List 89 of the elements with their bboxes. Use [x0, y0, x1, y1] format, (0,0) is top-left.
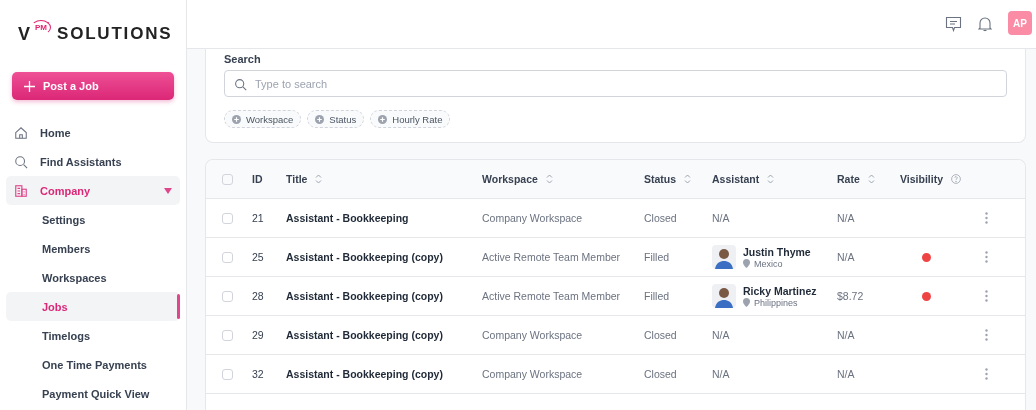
assistant-name: Ricky Martinez	[743, 284, 817, 297]
column-header[interactable]: Rate	[837, 173, 875, 185]
search-field[interactable]: Type to search	[224, 70, 1007, 97]
select-all-checkbox[interactable]	[222, 173, 233, 185]
help-icon[interactable]	[951, 174, 961, 184]
more-options-icon[interactable]	[985, 329, 988, 341]
filter-chip[interactable]: Workspace	[224, 110, 302, 128]
table-cell-text: Closed	[644, 368, 678, 380]
nav-subitem[interactable]: Members	[6, 234, 180, 263]
table-cell-text: N/A	[712, 212, 731, 224]
table-cell-text: 25	[252, 251, 265, 263]
table-cell-text: Assistant - Bookkeeping (copy)	[286, 329, 444, 341]
table-cell-text: 21	[252, 212, 265, 224]
search-icon	[234, 78, 247, 91]
filter-chip[interactable]: Hourly Rate	[370, 110, 451, 128]
table-cell-text: N/A	[837, 368, 856, 380]
nav-subitem[interactable]: Timelogs	[6, 321, 180, 350]
more-options-icon[interactable]	[985, 290, 988, 302]
nav-item[interactable]: Home	[6, 118, 180, 147]
more-options-icon[interactable]	[985, 251, 988, 263]
logo-wordmark: SOLUTIONS	[57, 24, 173, 44]
building-icon	[14, 183, 28, 198]
table-cell-text: Closed	[644, 212, 678, 224]
table-cell-text: $8.72	[837, 290, 865, 302]
row-checkbox[interactable]	[222, 212, 233, 224]
plus-circle-icon	[232, 114, 241, 124]
plus-circle-icon	[315, 114, 325, 124]
nav-item[interactable]: Company	[6, 176, 180, 205]
table-cell-text: N/A	[837, 329, 856, 341]
post-job-button[interactable]: Post a Job	[12, 72, 174, 100]
pin-icon	[743, 298, 750, 307]
table-cell-text: Company Workspace	[482, 329, 584, 341]
column-header[interactable]: Title	[286, 173, 323, 185]
table-cell-text: Assistant - Bookkeeping	[286, 212, 410, 224]
avatar-icon	[712, 284, 736, 308]
search-label: Search	[224, 53, 262, 65]
table-cell-text: Assistant - Bookkeeping (copy)	[286, 290, 444, 302]
nav-subitem[interactable]: Workspaces	[6, 263, 180, 292]
table-cell-text: N/A	[837, 212, 856, 224]
row-checkbox[interactable]	[222, 290, 233, 302]
chat-icon[interactable]	[945, 16, 962, 32]
table-cell-text: Assistant - Bookkeeping (copy)	[286, 251, 444, 263]
plus-circle-icon	[378, 114, 388, 124]
sort-icon[interactable]	[545, 174, 553, 184]
row-checkbox[interactable]	[222, 251, 233, 263]
column-header[interactable]: Assistant	[712, 173, 775, 185]
more-options-icon[interactable]	[985, 212, 988, 224]
bell-icon[interactable]	[978, 16, 992, 32]
table-cell-text: N/A	[837, 251, 856, 263]
nav-item[interactable]: Find Assistants	[6, 147, 180, 176]
assistant-location: Philippines	[743, 297, 817, 308]
column-header: ID	[252, 173, 263, 185]
avatar-icon	[712, 245, 736, 269]
filter-chip[interactable]: Status	[307, 110, 365, 128]
more-options-icon[interactable]	[985, 368, 988, 380]
table-cell-text: N/A	[712, 329, 731, 341]
column-header: Visibility	[900, 173, 961, 185]
table-cell-text: Company Workspace	[482, 368, 584, 380]
pin-icon	[743, 259, 750, 268]
column-header[interactable]: Workspace	[482, 173, 553, 185]
table-cell-text: Company Workspace	[482, 212, 584, 224]
table-cell-text: 28	[252, 290, 265, 302]
column-header[interactable]: Status	[644, 173, 692, 185]
sort-icon[interactable]	[867, 174, 875, 184]
logo-mark: PM	[31, 20, 51, 35]
nav-subitem[interactable]: One Time Payments	[6, 350, 180, 379]
assistant-location: Mexico	[743, 258, 811, 269]
table-cell-text: N/A	[712, 368, 731, 380]
logo-letter: V	[18, 24, 31, 45]
nav-subitem[interactable]: Payment Quick View	[6, 379, 180, 408]
sort-icon[interactable]	[684, 174, 692, 184]
table-cell-text: Closed	[644, 329, 678, 341]
assistant-name: Justin Thyme	[743, 245, 811, 258]
sort-icon[interactable]	[315, 174, 323, 184]
table-cell-text: Active Remote Team Member	[482, 251, 622, 263]
table-cell-text: 29	[252, 329, 265, 341]
nav-subitem[interactable]: Settings	[6, 205, 180, 234]
home-icon	[14, 125, 28, 140]
table-cell-text: Filled	[644, 290, 671, 302]
table-cell-text: Assistant - Bookkeeping (copy)	[286, 368, 444, 380]
sort-icon[interactable]	[767, 174, 775, 184]
row-checkbox[interactable]	[222, 368, 233, 380]
table-cell-text: Filled	[644, 251, 671, 263]
table-cell-text: Active Remote Team Member	[482, 290, 622, 302]
row-checkbox[interactable]	[222, 329, 233, 341]
table-cell-text: 32	[252, 368, 265, 380]
plus-icon	[24, 80, 35, 92]
search-icon	[14, 154, 28, 169]
nav-subitem[interactable]: Jobs	[6, 292, 180, 321]
